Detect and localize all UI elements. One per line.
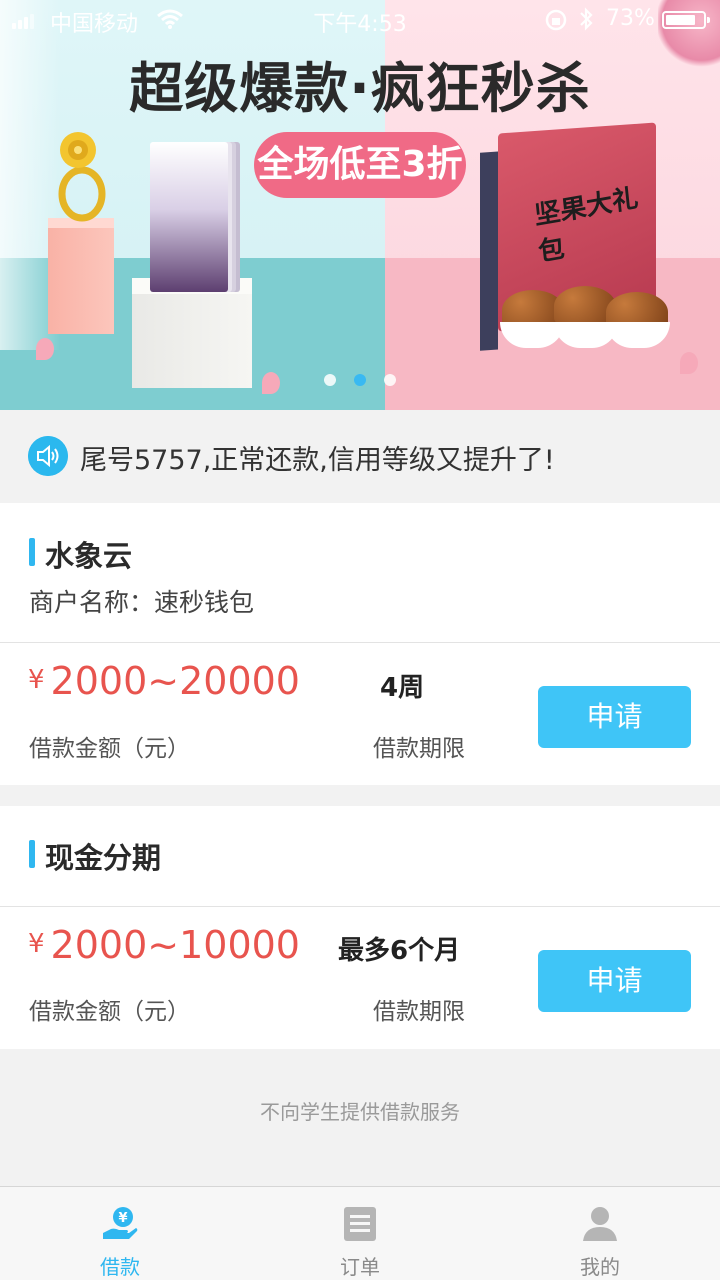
gift-box-label: 坚果大礼包 [533, 183, 640, 268]
product-book-image [150, 142, 228, 292]
amount-range-value: 2000~10000 [50, 923, 300, 967]
loan-amount-range: ¥2000~20000 [28, 659, 300, 703]
amount-label: 借款金额（元） [29, 999, 190, 1025]
notice-text: 尾号5757,正常还款,信用等级又提升了! [80, 445, 555, 476]
notice-bar: 尾号5757,正常还款,信用等级又提升了! [0, 410, 720, 502]
loan-hand-yen-icon: ¥ [103, 1207, 138, 1239]
carousel-dot[interactable] [384, 374, 396, 386]
amount-label: 借款金额（元） [29, 736, 190, 762]
apply-button[interactable]: 申请 [538, 686, 691, 748]
term-label: 借款期限 [373, 736, 465, 762]
tab-profile[interactable]: 我的 [480, 1187, 720, 1280]
svg-text:¥: ¥ [118, 1211, 127, 1226]
product-title: 现金分期 [45, 841, 162, 875]
loan-term-value: 4周 [380, 673, 425, 703]
merchant-name: 商户名称：速秒钱包 [29, 588, 255, 617]
petal-decoration [36, 338, 54, 360]
disclaimer-text: 不向学生提供借款服务 [260, 1100, 460, 1124]
title-accent-bar [29, 840, 35, 868]
order-list-icon [344, 1207, 376, 1241]
gold-ring-image [58, 132, 106, 222]
title-accent-bar [29, 538, 35, 566]
apply-button[interactable]: 申请 [538, 950, 691, 1012]
petal-decoration [680, 352, 698, 374]
tab-label: 我的 [580, 1255, 620, 1279]
banner-headline: 超级爆款·疯狂秒杀 [129, 57, 591, 120]
tab-label: 借款 [100, 1255, 140, 1279]
promo-banner[interactable]: 超级爆款·疯狂秒杀 全场低至3折 坚果大礼包 [0, 0, 720, 410]
pink-pedestal [48, 218, 114, 334]
promo-discount-pill: 全场低至3折 [254, 132, 466, 198]
user-profile-icon [583, 1207, 617, 1241]
battery-percentage: 73% [606, 6, 655, 31]
loan-product-card: 水象云 商户名称：速秒钱包 ¥2000~20000 借款金额（元） 4周 借款期… [0, 503, 720, 785]
bluetooth-icon [580, 7, 593, 31]
tab-loan[interactable]: ¥ 借款 [0, 1187, 240, 1280]
speaker-icon [28, 436, 68, 476]
loan-term-value: 最多6个月 [338, 936, 461, 966]
loan-product-card: 现金分期 ¥2000~10000 借款金额（元） 最多6个月 借款期限 申请 [0, 806, 720, 1049]
tab-label: 订单 [340, 1255, 380, 1279]
currency-symbol: ¥ [28, 665, 45, 695]
currency-symbol: ¥ [28, 929, 45, 959]
battery-icon [662, 11, 710, 29]
amount-range-value: 2000~20000 [50, 659, 300, 703]
product-title: 水象云 [45, 539, 133, 573]
orientation-lock-icon [545, 9, 567, 31]
carousel-indicator [0, 374, 720, 386]
tab-orders[interactable]: 订单 [240, 1187, 480, 1280]
nut-bowls-image [500, 286, 670, 348]
carousel-dot[interactable] [324, 374, 336, 386]
card-header: 现金分期 [0, 806, 720, 907]
loan-amount-range: ¥2000~10000 [28, 923, 300, 967]
term-label: 借款期限 [373, 999, 465, 1025]
status-bar: 中国移动 下午4:53 73% [0, 0, 720, 40]
carousel-dot-active[interactable] [354, 374, 366, 386]
bottom-tab-bar: ¥ 借款 订单 我的 [0, 1186, 720, 1280]
card-header: 水象云 商户名称：速秒钱包 [0, 503, 720, 643]
